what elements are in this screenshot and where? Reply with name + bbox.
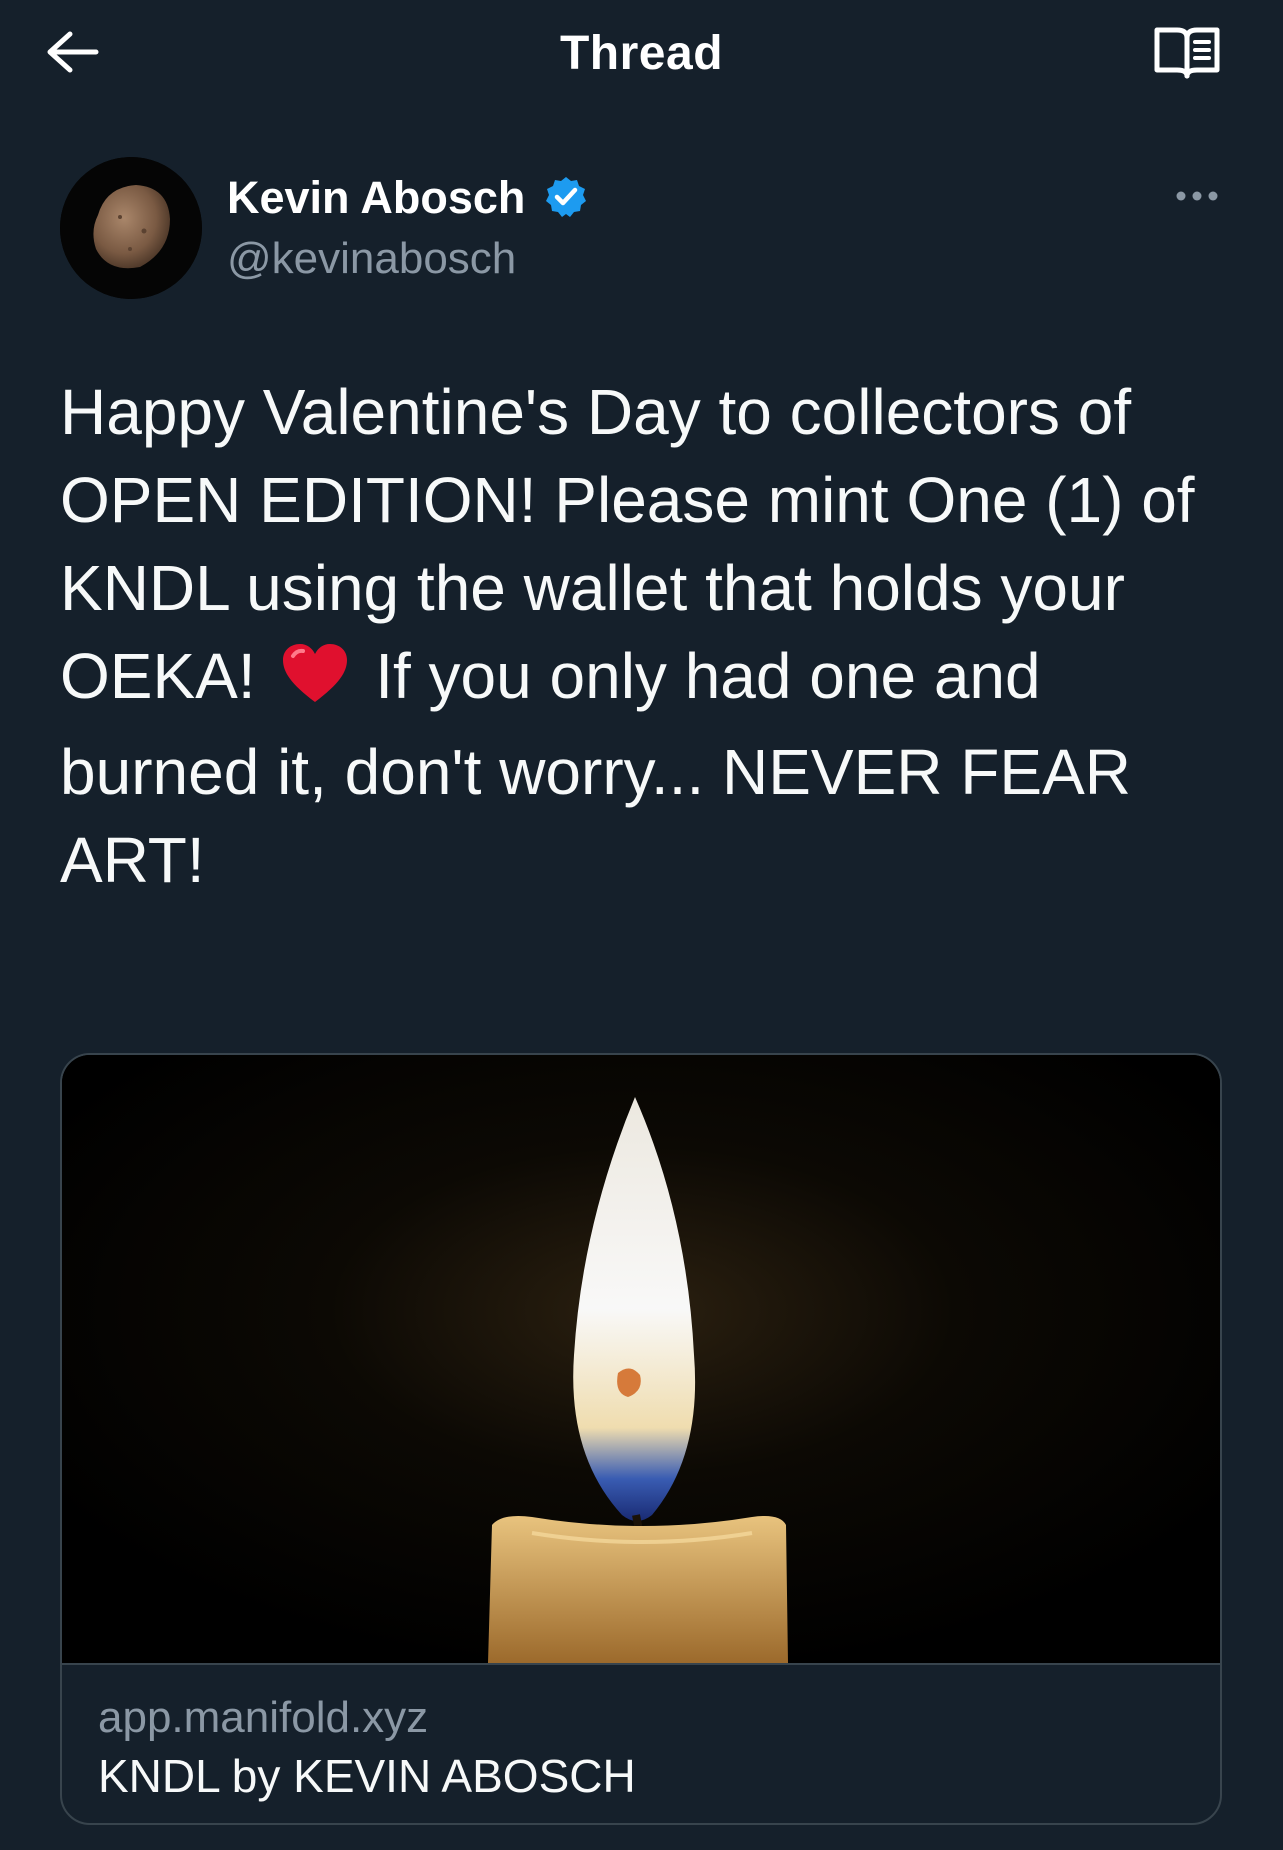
candle-image [62, 1055, 1220, 1663]
link-preview-card[interactable]: app.manifold.xyz KNDL by KEVIN ABOSCH [60, 1053, 1222, 1825]
verified-badge-icon [544, 175, 588, 219]
reader-mode-book-icon [1153, 26, 1221, 85]
author-name[interactable]: Kevin Abosch [227, 172, 525, 224]
top-navigation-bar: Thread [0, 0, 1283, 110]
heart-emoji-icon [281, 640, 349, 728]
more-options-button[interactable] [1170, 178, 1224, 218]
page-title: Thread [559, 27, 724, 80]
tweet-text: Happy Valentine's Day to collectors of O… [60, 368, 1240, 904]
card-title: KNDL by KEVIN ABOSCH [98, 1750, 636, 1802]
author-handle[interactable]: @kevinabosch [227, 234, 516, 284]
card-divider [62, 1663, 1220, 1665]
avatar[interactable] [60, 157, 202, 299]
card-domain: app.manifold.xyz [98, 1693, 429, 1742]
reader-mode-button[interactable] [1150, 26, 1224, 84]
more-dots-icon [1175, 189, 1219, 207]
